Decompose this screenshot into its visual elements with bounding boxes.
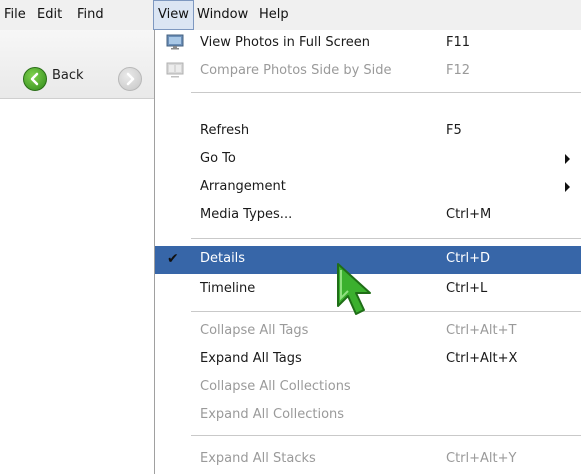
- menu-item-shortcut: Ctrl+M: [446, 207, 492, 222]
- back-button[interactable]: [23, 67, 47, 91]
- submenu-arrow-icon: [565, 154, 570, 164]
- menu-item-shortcut: F11: [446, 35, 471, 50]
- menu-separator: [191, 92, 581, 93]
- menu-item-shortcut: Ctrl+Alt+X: [446, 351, 518, 366]
- menu-item-shortcut: F5: [446, 123, 462, 138]
- menu-item-label: Expand All Stacks: [200, 451, 316, 466]
- menu-separator: [191, 238, 581, 239]
- menu-item-expand-collections[interactable]: Expand All Collections: [155, 402, 581, 430]
- menu-item-shortcut: Ctrl+L: [446, 281, 488, 296]
- menu-item-shortcut: Ctrl+D: [446, 251, 491, 266]
- submenu-arrow-icon: [565, 182, 570, 192]
- menu-item-label: Arrangement: [200, 179, 286, 194]
- cursor-pointer-icon: [337, 263, 371, 315]
- menu-item-label: Go To: [200, 151, 236, 166]
- menu-item-label: Details: [200, 251, 246, 266]
- menu-edit[interactable]: Edit: [37, 0, 62, 30]
- toolbar-area: Back: [0, 30, 154, 474]
- back-label[interactable]: Back: [52, 68, 84, 83]
- menu-item-expand-stacks[interactable]: Expand All Stacks Ctrl+Alt+Y: [155, 446, 581, 474]
- menu-separator: [191, 435, 581, 436]
- menu-help[interactable]: Help: [259, 0, 289, 30]
- menu-item-label: Media Types...: [200, 207, 293, 222]
- menu-window[interactable]: Window: [197, 0, 248, 30]
- menu-item-label: Collapse All Collections: [200, 379, 351, 394]
- menu-item-label: Timeline: [200, 281, 256, 296]
- checkmark-icon: ✔: [167, 251, 179, 267]
- menu-item-collapse-tags[interactable]: Collapse All Tags Ctrl+Alt+T: [155, 318, 581, 346]
- menu-item-expand-tags[interactable]: Expand All Tags Ctrl+Alt+X: [155, 346, 581, 374]
- menu-item-go-to[interactable]: Go To: [155, 146, 581, 174]
- monitor-icon: [166, 34, 184, 50]
- menu-item-shortcut: Ctrl+Alt+Y: [446, 451, 517, 466]
- menu-item-full-screen[interactable]: View Photos in Full Screen F11: [155, 30, 581, 58]
- menu-bar: File Edit Find View Window Help: [0, 0, 581, 30]
- menu-item-label: Expand All Tags: [200, 351, 302, 366]
- menu-file[interactable]: File: [4, 0, 26, 30]
- menu-item-media-types[interactable]: Media Types... Ctrl+M: [155, 202, 581, 230]
- forward-button[interactable]: [118, 67, 142, 91]
- menu-view[interactable]: View: [153, 0, 194, 30]
- arrow-right-icon: [126, 72, 135, 86]
- menu-item-label: View Photos in Full Screen: [200, 35, 371, 50]
- menu-item-side-by-side[interactable]: Compare Photos Side by Side F12: [155, 58, 581, 86]
- menu-item-shortcut: Ctrl+Alt+T: [446, 323, 517, 338]
- menu-item-collapse-collections[interactable]: Collapse All Collections: [155, 374, 581, 402]
- menu-find[interactable]: Find: [77, 0, 104, 30]
- menu-item-arrangement[interactable]: Arrangement: [155, 174, 581, 202]
- menu-item-shortcut: F12: [446, 63, 471, 78]
- menu-item-label: Collapse All Tags: [200, 323, 309, 338]
- toolbar: Back: [0, 30, 154, 99]
- menu-item-label: Compare Photos Side by Side: [200, 63, 392, 78]
- menu-item-label: Refresh: [200, 123, 250, 138]
- arrow-left-icon: [30, 72, 39, 86]
- menu-separator: [191, 311, 581, 312]
- menu-item-refresh[interactable]: Refresh F5: [155, 118, 581, 146]
- view-menu-dropdown: View Photos in Full Screen F11 Compare P…: [154, 30, 581, 474]
- menu-item-label: Expand All Collections: [200, 407, 345, 422]
- compare-monitor-icon: [166, 62, 184, 78]
